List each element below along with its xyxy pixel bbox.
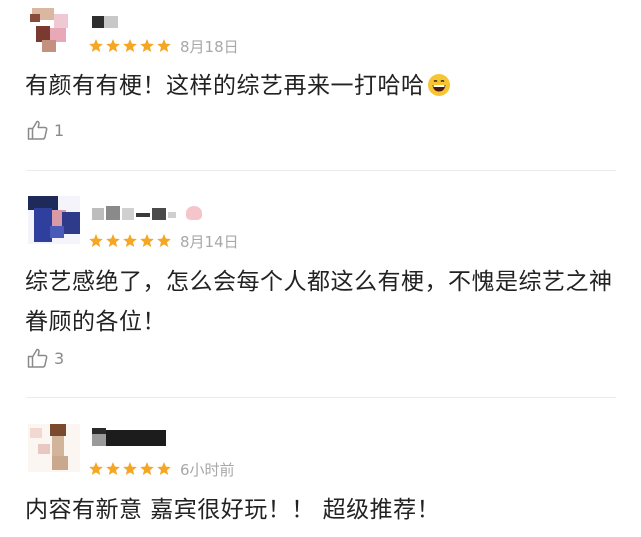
review-date: 8月14日 [180,233,239,251]
star-icon [140,462,154,475]
divider [26,397,616,398]
like-button[interactable]: 1 [26,118,64,142]
review-date: 6小时前 [180,461,235,479]
avatar[interactable] [28,6,80,54]
like-count: 1 [54,120,65,140]
star-icon [157,462,171,475]
review-text: 综艺感绝了，怎么会每个人都这么有梗，不愧是综艺之神眷顾的各位！ [25,269,613,335]
divider [26,170,616,171]
thumbs-up-icon [27,120,48,140]
username[interactable] [92,14,122,32]
star-icon [89,234,103,247]
star-icon [123,462,137,475]
grinning-face-emoji [427,74,450,96]
thumbs-up-icon [27,348,48,368]
star-icon [140,234,154,247]
review-text: 有颜有有梗！这样的综艺再来一打哈哈 [25,73,425,99]
star-icon [123,234,137,247]
star-icon [106,39,120,52]
review-content: 内容有新意 嘉宾很好玩！！ 超级推荐！ [25,490,615,530]
rating-stars [88,461,172,477]
avatar[interactable] [28,424,80,472]
star-icon [106,462,120,475]
review-date: 8月18日 [180,38,239,56]
rating-stars [88,38,172,54]
rating-stars [88,233,172,249]
review-text: 内容有新意 嘉宾很好玩！！ 超级推荐！ [25,497,441,523]
review-content: 有颜有有梗！这样的综艺再来一打哈哈 [25,66,615,106]
star-icon [89,462,103,475]
username[interactable] [92,204,212,222]
star-icon [123,39,137,52]
star-icon [157,39,171,52]
star-icon [89,39,103,52]
like-count: 3 [54,348,65,368]
star-icon [157,234,171,247]
like-button[interactable]: 3 [26,346,64,370]
review-content: 综艺感绝了，怎么会每个人都这么有梗，不愧是综艺之神眷顾的各位！ [25,262,615,342]
star-icon [106,234,120,247]
star-icon [140,39,154,52]
avatar[interactable] [28,196,80,244]
username[interactable] [92,428,172,446]
